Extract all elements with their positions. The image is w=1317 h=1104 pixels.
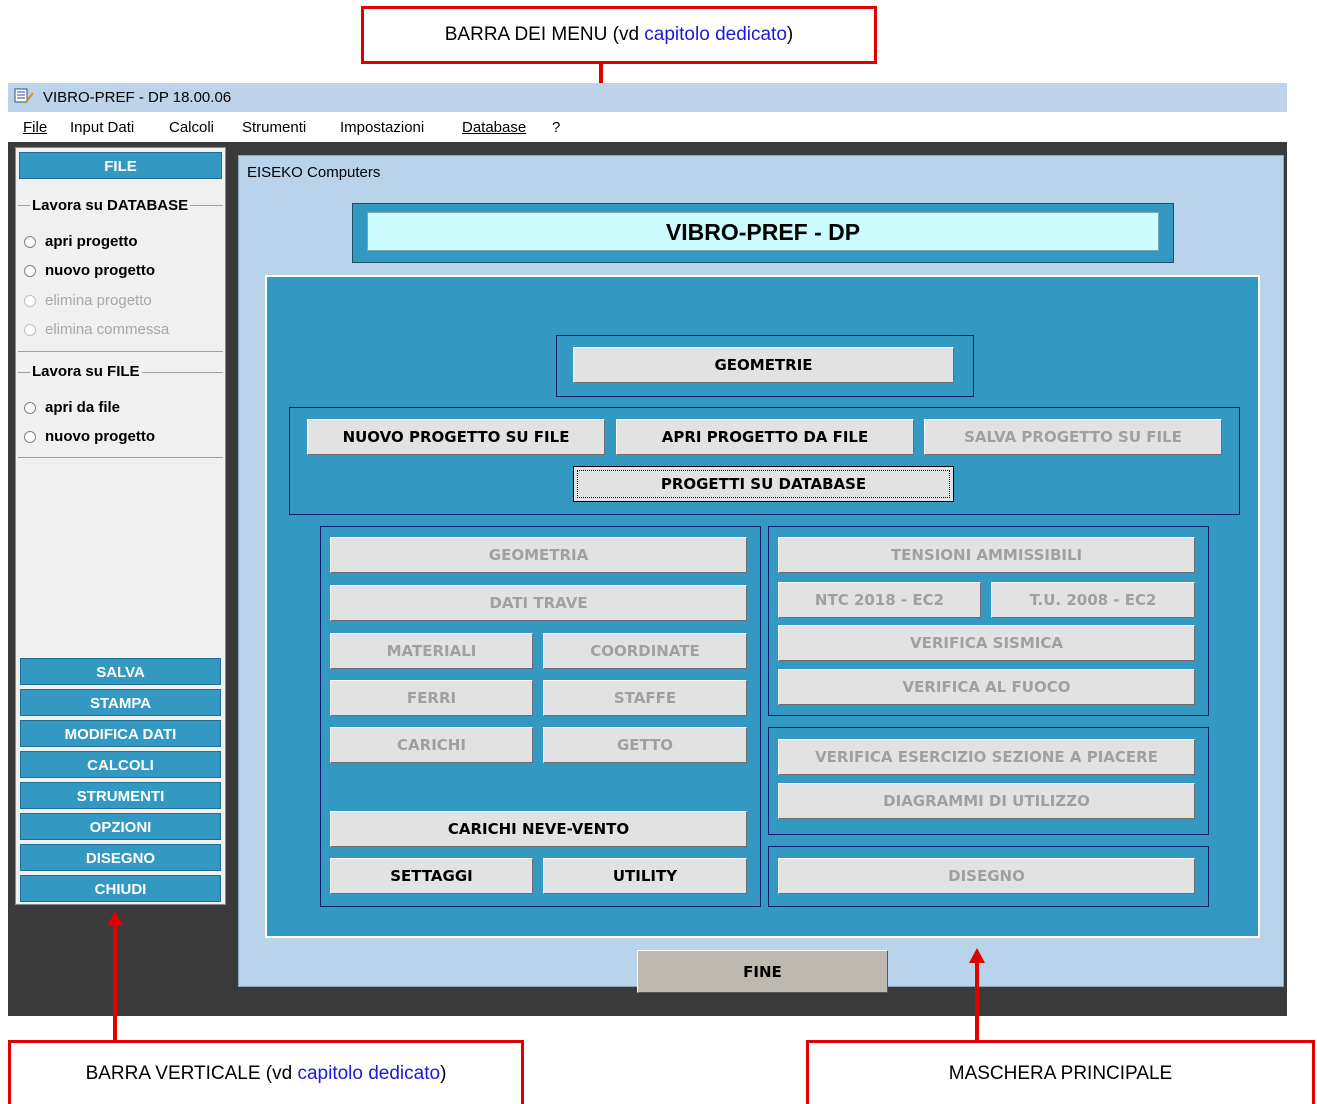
- tensioni-ammissibili-button: TENSIONI AMMISSIBILI: [778, 537, 1195, 573]
- radio-nuovo-progetto-file[interactable]: nuovo progetto: [24, 428, 155, 445]
- sidebar-header-file[interactable]: FILE: [19, 152, 222, 179]
- radio-label: nuovo progetto: [45, 262, 155, 279]
- banner-title: VIBRO-PREF - DP: [367, 212, 1159, 251]
- carichi-neve-vento-button[interactable]: CARICHI NEVE-VENTO: [330, 811, 747, 847]
- window-title: VIBRO-PREF - DP 18.00.06: [43, 89, 232, 106]
- radio-icon: [24, 401, 36, 414]
- menu-bar: File Input Dati Calcoli Strumenti Impost…: [8, 112, 1287, 142]
- vertical-bar: FILE Lavora su DATABASE apri progetto nu…: [15, 147, 226, 905]
- tu-2008-ec2-button: T.U. 2008 - EC2: [991, 582, 1195, 618]
- menu-calcoli[interactable]: Calcoli: [169, 119, 214, 136]
- disegno-button: DISEGNO: [778, 858, 1195, 894]
- geometrie-button[interactable]: GEOMETRIE: [573, 347, 954, 383]
- radio-label: apri da file: [45, 399, 121, 416]
- verifica-sismica-button: VERIFICA SISMICA: [778, 625, 1195, 661]
- callout-menu-bar: BARRA DEI MENU (vd capitolo dedicato): [361, 6, 877, 64]
- menu-strumenti[interactable]: Strumenti: [242, 119, 306, 136]
- frame-input: [320, 526, 761, 907]
- callout-main-connector: [975, 960, 979, 1042]
- salva-progetto-su-file-button: SALVA PROGETTO SU FILE: [924, 419, 1222, 455]
- radio-label: nuovo progetto: [45, 428, 155, 445]
- main-panel: GEOMETRIE NUOVO PROGETTO SU FILE APRI PR…: [265, 275, 1260, 938]
- ntc-2018-ec2-button: NTC 2018 - EC2: [778, 582, 981, 618]
- radio-icon: [24, 294, 36, 307]
- callout-main-mask-text: MASCHERA PRINCIPALE: [948, 1062, 1173, 1084]
- form-title: EISEKO Computers: [247, 164, 381, 181]
- verifica-esercizio-button: VERIFICA ESERCIZIO SEZIONE A PIACERE: [778, 739, 1195, 775]
- radio-label: elimina commessa: [45, 321, 170, 338]
- getto-button: GETTO: [543, 727, 747, 763]
- callout-vertical-bar-link[interactable]: capitolo dedicato: [297, 1063, 440, 1085]
- staffe-button: STAFFE: [543, 680, 747, 716]
- verifica-al-fuoco-button: VERIFICA AL FUOCO: [778, 669, 1195, 705]
- radio-apri-da-file[interactable]: apri da file: [24, 399, 120, 416]
- title-bar: VIBRO-PREF - DP 18.00.06: [8, 83, 1287, 112]
- fine-button[interactable]: FINE: [637, 950, 888, 993]
- app-icon: [14, 88, 34, 103]
- menu-help[interactable]: ?: [552, 119, 560, 136]
- radio-apri-progetto[interactable]: apri progetto: [24, 233, 138, 250]
- callout-menu-bar-link[interactable]: capitolo dedicato: [644, 24, 787, 46]
- callout-vertical-bar: BARRA VERTICALE (vd capitolo dedicato): [8, 1040, 524, 1104]
- callout-vertical-bar-prefix: BARRA VERTICALE (vd: [85, 1062, 298, 1084]
- radio-icon: [24, 264, 36, 277]
- menu-impostazioni[interactable]: Impostazioni: [340, 119, 424, 136]
- radio-nuovo-progetto-db[interactable]: nuovo progetto: [24, 262, 155, 279]
- menu-database[interactable]: Database: [462, 119, 526, 136]
- radio-elimina-commessa: elimina commessa: [24, 321, 169, 338]
- nuovo-progetto-su-file-button[interactable]: NUOVO PROGETTO SU FILE: [307, 419, 605, 455]
- sidebar-opzioni-button[interactable]: OPZIONI: [20, 813, 221, 840]
- menu-input-dati[interactable]: Input Dati: [70, 119, 134, 136]
- radio-icon: [24, 430, 36, 443]
- callout-vbar-arrowhead: [107, 911, 123, 926]
- coordinate-button: COORDINATE: [543, 633, 747, 669]
- radio-label: apri progetto: [45, 233, 138, 250]
- utility-button[interactable]: UTILITY: [543, 858, 747, 894]
- sidebar-modifica-dati-button[interactable]: MODIFICA DATI: [20, 720, 221, 747]
- group-title-database: Lavora su DATABASE: [30, 197, 191, 214]
- carichi-button: CARICHI: [330, 727, 533, 763]
- geometria-button: GEOMETRIA: [330, 537, 747, 573]
- sidebar-calcoli-button[interactable]: CALCOLI: [20, 751, 221, 778]
- dati-trave-button: DATI TRAVE: [330, 585, 747, 621]
- progetti-su-database-button[interactable]: PROGETTI SU DATABASE: [573, 466, 954, 502]
- callout-main-arrowhead: [969, 948, 985, 963]
- radio-label: elimina progetto: [45, 292, 152, 309]
- callout-vertical-bar-suffix: ): [440, 1062, 447, 1084]
- materiali-button: MATERIALI: [330, 633, 533, 669]
- sidebar-disegno-button[interactable]: DISEGNO: [20, 844, 221, 871]
- sidebar-chiudi-button[interactable]: CHIUDI: [20, 875, 221, 902]
- radio-icon: [24, 323, 36, 336]
- radio-elimina-progetto: elimina progetto: [24, 292, 152, 309]
- callout-menu-bar-suffix: ): [786, 24, 794, 45]
- callout-main-mask: MASCHERA PRINCIPALE: [806, 1040, 1315, 1104]
- sidebar-stampa-button[interactable]: STAMPA: [20, 689, 221, 716]
- apri-progetto-da-file-button[interactable]: APRI PROGETTO DA FILE: [616, 419, 914, 455]
- callout-menu-bar-prefix: BARRA DEI MENU (vd: [444, 24, 645, 45]
- main-form: EISEKO Computers VIBRO-PREF - DP GEOMETR…: [238, 155, 1284, 993]
- group-title-file: Lavora su FILE: [30, 363, 142, 380]
- ferri-button: FERRI: [330, 680, 533, 716]
- menu-file[interactable]: File: [23, 119, 47, 136]
- callout-vbar-connector: [113, 922, 117, 1042]
- group-divider: [18, 351, 223, 352]
- sidebar-strumenti-button[interactable]: STRUMENTI: [20, 782, 221, 809]
- sidebar-salva-button[interactable]: SALVA: [20, 658, 221, 685]
- settaggi-button[interactable]: SETTAGGI: [330, 858, 533, 894]
- group-divider: [18, 457, 223, 458]
- diagrammi-di-utilizzo-button: DIAGRAMMI DI UTILIZZO: [778, 783, 1195, 819]
- banner: VIBRO-PREF - DP: [352, 203, 1174, 263]
- radio-icon: [24, 235, 36, 248]
